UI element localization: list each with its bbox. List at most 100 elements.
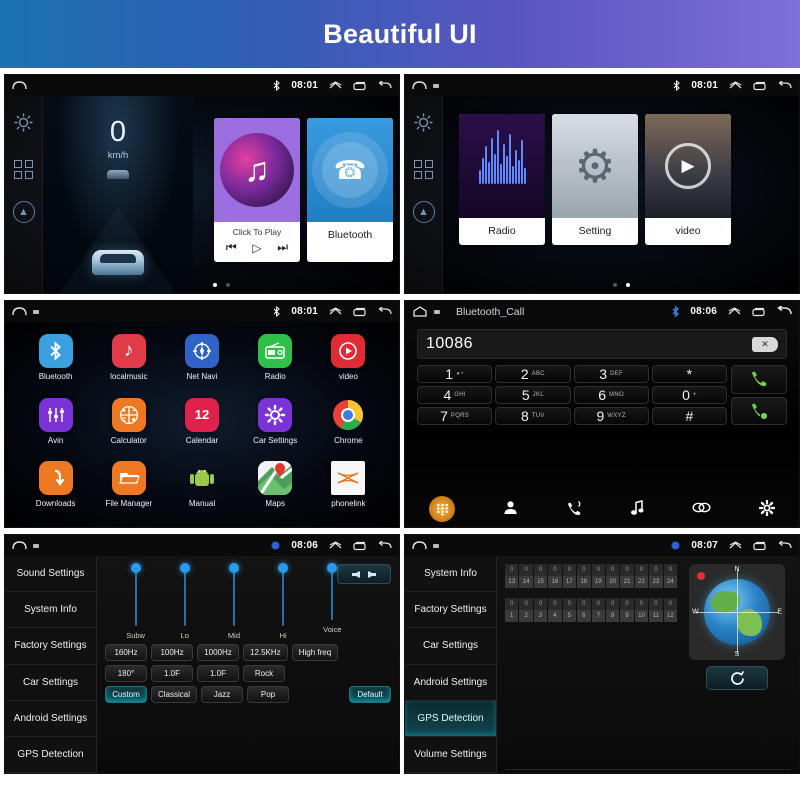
key-9[interactable]: 9 WXYZ [573, 407, 649, 425]
eq-slider-lo[interactable]: Lo [166, 563, 204, 640]
slider-track[interactable] [179, 563, 190, 626]
key-7[interactable]: 7 PQRS [417, 407, 493, 425]
freq-button-160hz[interactable]: 160Hz [105, 644, 147, 661]
prev-track-icon[interactable]: ⏮ [226, 240, 237, 255]
avin-icon[interactable]: ▲ [12, 201, 35, 223]
backspace-icon[interactable]: ✕ [752, 336, 778, 352]
default-button[interactable]: Default [349, 686, 391, 703]
app-phonelink[interactable]: phonelink [312, 461, 385, 523]
avin-icon[interactable]: ▲ [412, 201, 435, 223]
key-4[interactable]: 4 GHI [417, 386, 493, 404]
back-icon[interactable] [778, 540, 792, 551]
page-dot[interactable] [612, 283, 617, 287]
back-icon[interactable] [378, 540, 392, 551]
app-localmusic[interactable]: ♪ localmusic [92, 334, 165, 396]
dialpad-icon[interactable] [429, 496, 455, 522]
app-avin[interactable]: Avin [19, 397, 92, 460]
hangup-button[interactable] [731, 396, 787, 425]
slider-thumb[interactable] [228, 563, 239, 573]
recents-icon[interactable] [753, 541, 767, 551]
app-manual[interactable]: Manual [165, 461, 238, 523]
home-icon[interactable] [412, 80, 427, 91]
recents-icon[interactable] [752, 307, 766, 317]
slider-thumb[interactable] [278, 563, 289, 573]
chevron-up-icon[interactable] [729, 541, 742, 550]
gear-icon[interactable] [13, 112, 34, 138]
contacts-icon[interactable] [503, 500, 518, 518]
slider-track[interactable] [278, 563, 289, 626]
home-icon[interactable] [12, 80, 27, 91]
chevron-up-icon[interactable] [329, 81, 342, 90]
preset-button-custom[interactable]: Custom [105, 686, 147, 703]
sidebar-item-volume-settings[interactable]: Volume Settings [405, 737, 496, 773]
chevron-up-icon[interactable] [729, 81, 742, 90]
app-calculator[interactable]: Calculator [92, 397, 165, 460]
radio-tile[interactable]: Radio [459, 114, 545, 245]
sidebar-item-system-info[interactable]: System Info [5, 592, 96, 629]
eq-slider-mid[interactable]: Mid [215, 563, 253, 640]
param-button-q2[interactable]: 1.0F [197, 665, 239, 682]
gear-icon[interactable] [413, 112, 434, 138]
eq-slider-subw[interactable]: Subw [117, 563, 155, 640]
freq-button-1000hz[interactable]: 1000Hz [197, 644, 239, 661]
slider-track[interactable] [130, 563, 141, 626]
balance-icon[interactable] [337, 564, 391, 584]
app-file-manager[interactable]: File Manager [92, 461, 165, 523]
slider-track[interactable] [228, 563, 239, 626]
app-bluetooth[interactable]: Bluetooth [19, 334, 92, 396]
slider-thumb[interactable] [130, 563, 141, 573]
preset-button-classical[interactable]: Classical [151, 686, 198, 703]
freq-button-100hz[interactable]: 100Hz [151, 644, 193, 661]
key-hash[interactable]: # [651, 407, 727, 425]
chevron-up-icon[interactable] [329, 307, 342, 316]
key-5[interactable]: 5 JKL [495, 386, 571, 404]
app-downloads[interactable]: Downloads [19, 461, 92, 523]
next-track-icon[interactable]: ⏭ [277, 240, 288, 255]
freq-button-high-freq[interactable]: High freq [291, 644, 339, 661]
recents-icon[interactable] [753, 81, 767, 91]
back-icon[interactable] [378, 306, 392, 317]
chevron-up-icon[interactable] [728, 307, 741, 316]
chevron-up-icon[interactable] [329, 541, 342, 550]
home-icon[interactable] [412, 305, 428, 318]
slider-thumb[interactable] [327, 563, 338, 573]
preset-button-jazz[interactable]: Jazz [201, 686, 244, 703]
music-icon[interactable] [631, 499, 644, 519]
key-2[interactable]: 2 ABC [495, 365, 571, 383]
sidebar-item-car-settings[interactable]: Car Settings [405, 628, 496, 665]
slider-track[interactable] [327, 563, 338, 620]
sidebar-item-factory-settings[interactable]: Factory Settings [5, 628, 96, 665]
key-3[interactable]: 3 DEF [573, 365, 649, 383]
sidebar-item-android-settings[interactable]: Android Settings [405, 665, 496, 701]
sidebar-item-gps-detection[interactable]: GPS Detection [5, 737, 96, 773]
settings-icon[interactable] [758, 499, 776, 519]
setting-tile[interactable]: ⚙ Setting [552, 114, 638, 245]
speedometer-widget[interactable]: 0 km/h [43, 96, 193, 293]
page-dot[interactable] [625, 283, 630, 287]
back-icon[interactable] [777, 306, 792, 317]
app-chrome[interactable]: Chrome [312, 398, 385, 460]
key-6[interactable]: 6 MNO [573, 386, 649, 404]
page-dot[interactable] [212, 283, 217, 287]
apps-grid-icon[interactable] [414, 160, 433, 179]
app-calendar[interactable]: 12 Calendar [165, 397, 238, 460]
param-button-rock[interactable]: Rock [243, 665, 285, 682]
key-0[interactable]: 0 + [651, 386, 727, 404]
sidebar-item-system-info[interactable]: System Info [405, 556, 496, 593]
recents-icon[interactable] [353, 307, 367, 317]
phone-number-field[interactable]: 10086 ✕ [417, 329, 787, 359]
call-button[interactable] [731, 365, 787, 394]
sidebar-item-car-settings[interactable]: Car Settings [5, 665, 96, 701]
call-history-icon[interactable] [566, 500, 583, 518]
back-icon[interactable] [378, 80, 392, 91]
eq-slider-hi[interactable]: Hi [264, 563, 302, 640]
key-star[interactable]: * [651, 365, 727, 383]
back-icon[interactable] [778, 80, 792, 91]
key-1[interactable]: 1 ◕◔ [417, 365, 493, 383]
sidebar-item-sound-settings[interactable]: Sound Settings [5, 556, 96, 593]
key-8[interactable]: 8 TUV [495, 407, 571, 425]
sidebar-item-android-settings[interactable]: Android Settings [5, 701, 96, 737]
slider-thumb[interactable] [179, 563, 190, 573]
app-maps[interactable]: Maps [239, 461, 312, 523]
recents-icon[interactable] [353, 541, 367, 551]
